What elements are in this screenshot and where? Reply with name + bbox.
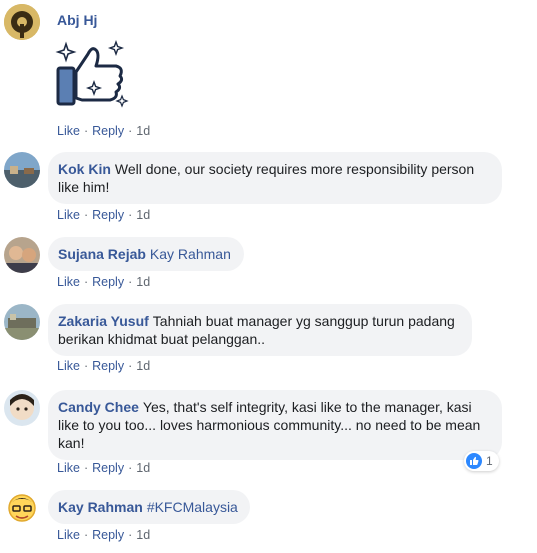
timestamp[interactable]: 1d xyxy=(136,461,150,475)
comment-bubble: Sujana Rejab Kay Rahman xyxy=(48,237,244,271)
comment-actions: Like · Reply · 1d xyxy=(57,124,150,138)
comment-actions: Like · Reply · 1d xyxy=(57,275,150,289)
reply-link[interactable]: Reply xyxy=(92,124,124,138)
commenter-name[interactable]: Zakaria Yusuf xyxy=(58,313,149,329)
like-link[interactable]: Like xyxy=(57,461,80,475)
separator: · xyxy=(128,124,133,138)
timestamp[interactable]: 1d xyxy=(136,275,150,289)
separator: · xyxy=(83,275,89,289)
avatar-image xyxy=(4,237,40,273)
like-icon xyxy=(466,453,482,469)
reply-link[interactable]: Reply xyxy=(92,461,124,475)
like-link[interactable]: Like xyxy=(57,124,80,138)
separator: · xyxy=(83,461,89,475)
comment-actions: Like · Reply · 1d xyxy=(57,461,150,475)
timestamp[interactable]: 1d xyxy=(136,124,150,138)
separator: · xyxy=(128,208,133,222)
separator: · xyxy=(128,275,133,289)
reply-link[interactable]: Reply xyxy=(92,208,124,222)
comment-actions: Like · Reply · 1d xyxy=(57,528,150,542)
timestamp[interactable]: 1d xyxy=(136,208,150,222)
timestamp[interactable]: 1d xyxy=(136,528,150,542)
avatar-image xyxy=(4,490,40,526)
reply-link[interactable]: Reply xyxy=(92,275,124,289)
avatar[interactable] xyxy=(4,237,40,273)
like-link[interactable]: Like xyxy=(57,275,80,289)
separator: · xyxy=(83,208,89,222)
commenter-name[interactable]: Kok Kin xyxy=(58,161,111,177)
separator: · xyxy=(128,461,133,475)
thumbs-up-sparkle-sticker xyxy=(54,38,130,114)
separator: · xyxy=(128,528,133,542)
commenter-name[interactable]: Candy Chee xyxy=(58,399,139,415)
comment-bubble: Zakaria Yusuf Tahniah buat manager yg san… xyxy=(48,304,472,356)
reaction-count-badge[interactable]: 1 xyxy=(464,451,499,471)
commenter-name[interactable]: Kay Rahman xyxy=(58,499,143,515)
avatar[interactable] xyxy=(4,490,40,526)
comment-text: Well done, our society requires more res… xyxy=(58,161,475,195)
hashtag-link[interactable]: #KFCMalaysia xyxy=(147,499,238,515)
avatar[interactable] xyxy=(4,4,40,40)
avatar[interactable] xyxy=(4,304,40,340)
avatar-image xyxy=(4,4,40,40)
avatar-image xyxy=(4,152,40,188)
reaction-count: 1 xyxy=(486,454,493,468)
separator: · xyxy=(128,359,133,373)
timestamp[interactable]: 1d xyxy=(136,359,150,373)
commenter-name[interactable]: Abj Hj xyxy=(57,12,101,28)
like-link[interactable]: Like xyxy=(57,359,80,373)
separator: · xyxy=(83,124,89,138)
reply-link[interactable]: Reply xyxy=(92,528,124,542)
reply-link[interactable]: Reply xyxy=(92,359,124,373)
comment-actions: Like · Reply · 1d xyxy=(57,208,150,222)
comment-bubble: Candy Chee Yes, that's self integrity, ka… xyxy=(48,390,502,460)
like-link[interactable]: Like xyxy=(57,528,80,542)
avatar-image xyxy=(4,390,40,426)
tagged-user-link[interactable]: Kay Rahman xyxy=(150,246,231,262)
avatar-image xyxy=(4,304,40,340)
comment-actions: Like · Reply · 1d xyxy=(57,359,150,373)
avatar[interactable] xyxy=(4,152,40,188)
like-link[interactable]: Like xyxy=(57,208,80,222)
separator: · xyxy=(83,528,89,542)
comment-bubble: Kok Kin Well done, our society requires m… xyxy=(48,152,502,204)
avatar[interactable] xyxy=(4,390,40,426)
commenter-name[interactable]: Sujana Rejab xyxy=(58,246,146,262)
comment-bubble: Kay Rahman #KFCMalaysia xyxy=(48,490,250,524)
separator: · xyxy=(83,359,89,373)
